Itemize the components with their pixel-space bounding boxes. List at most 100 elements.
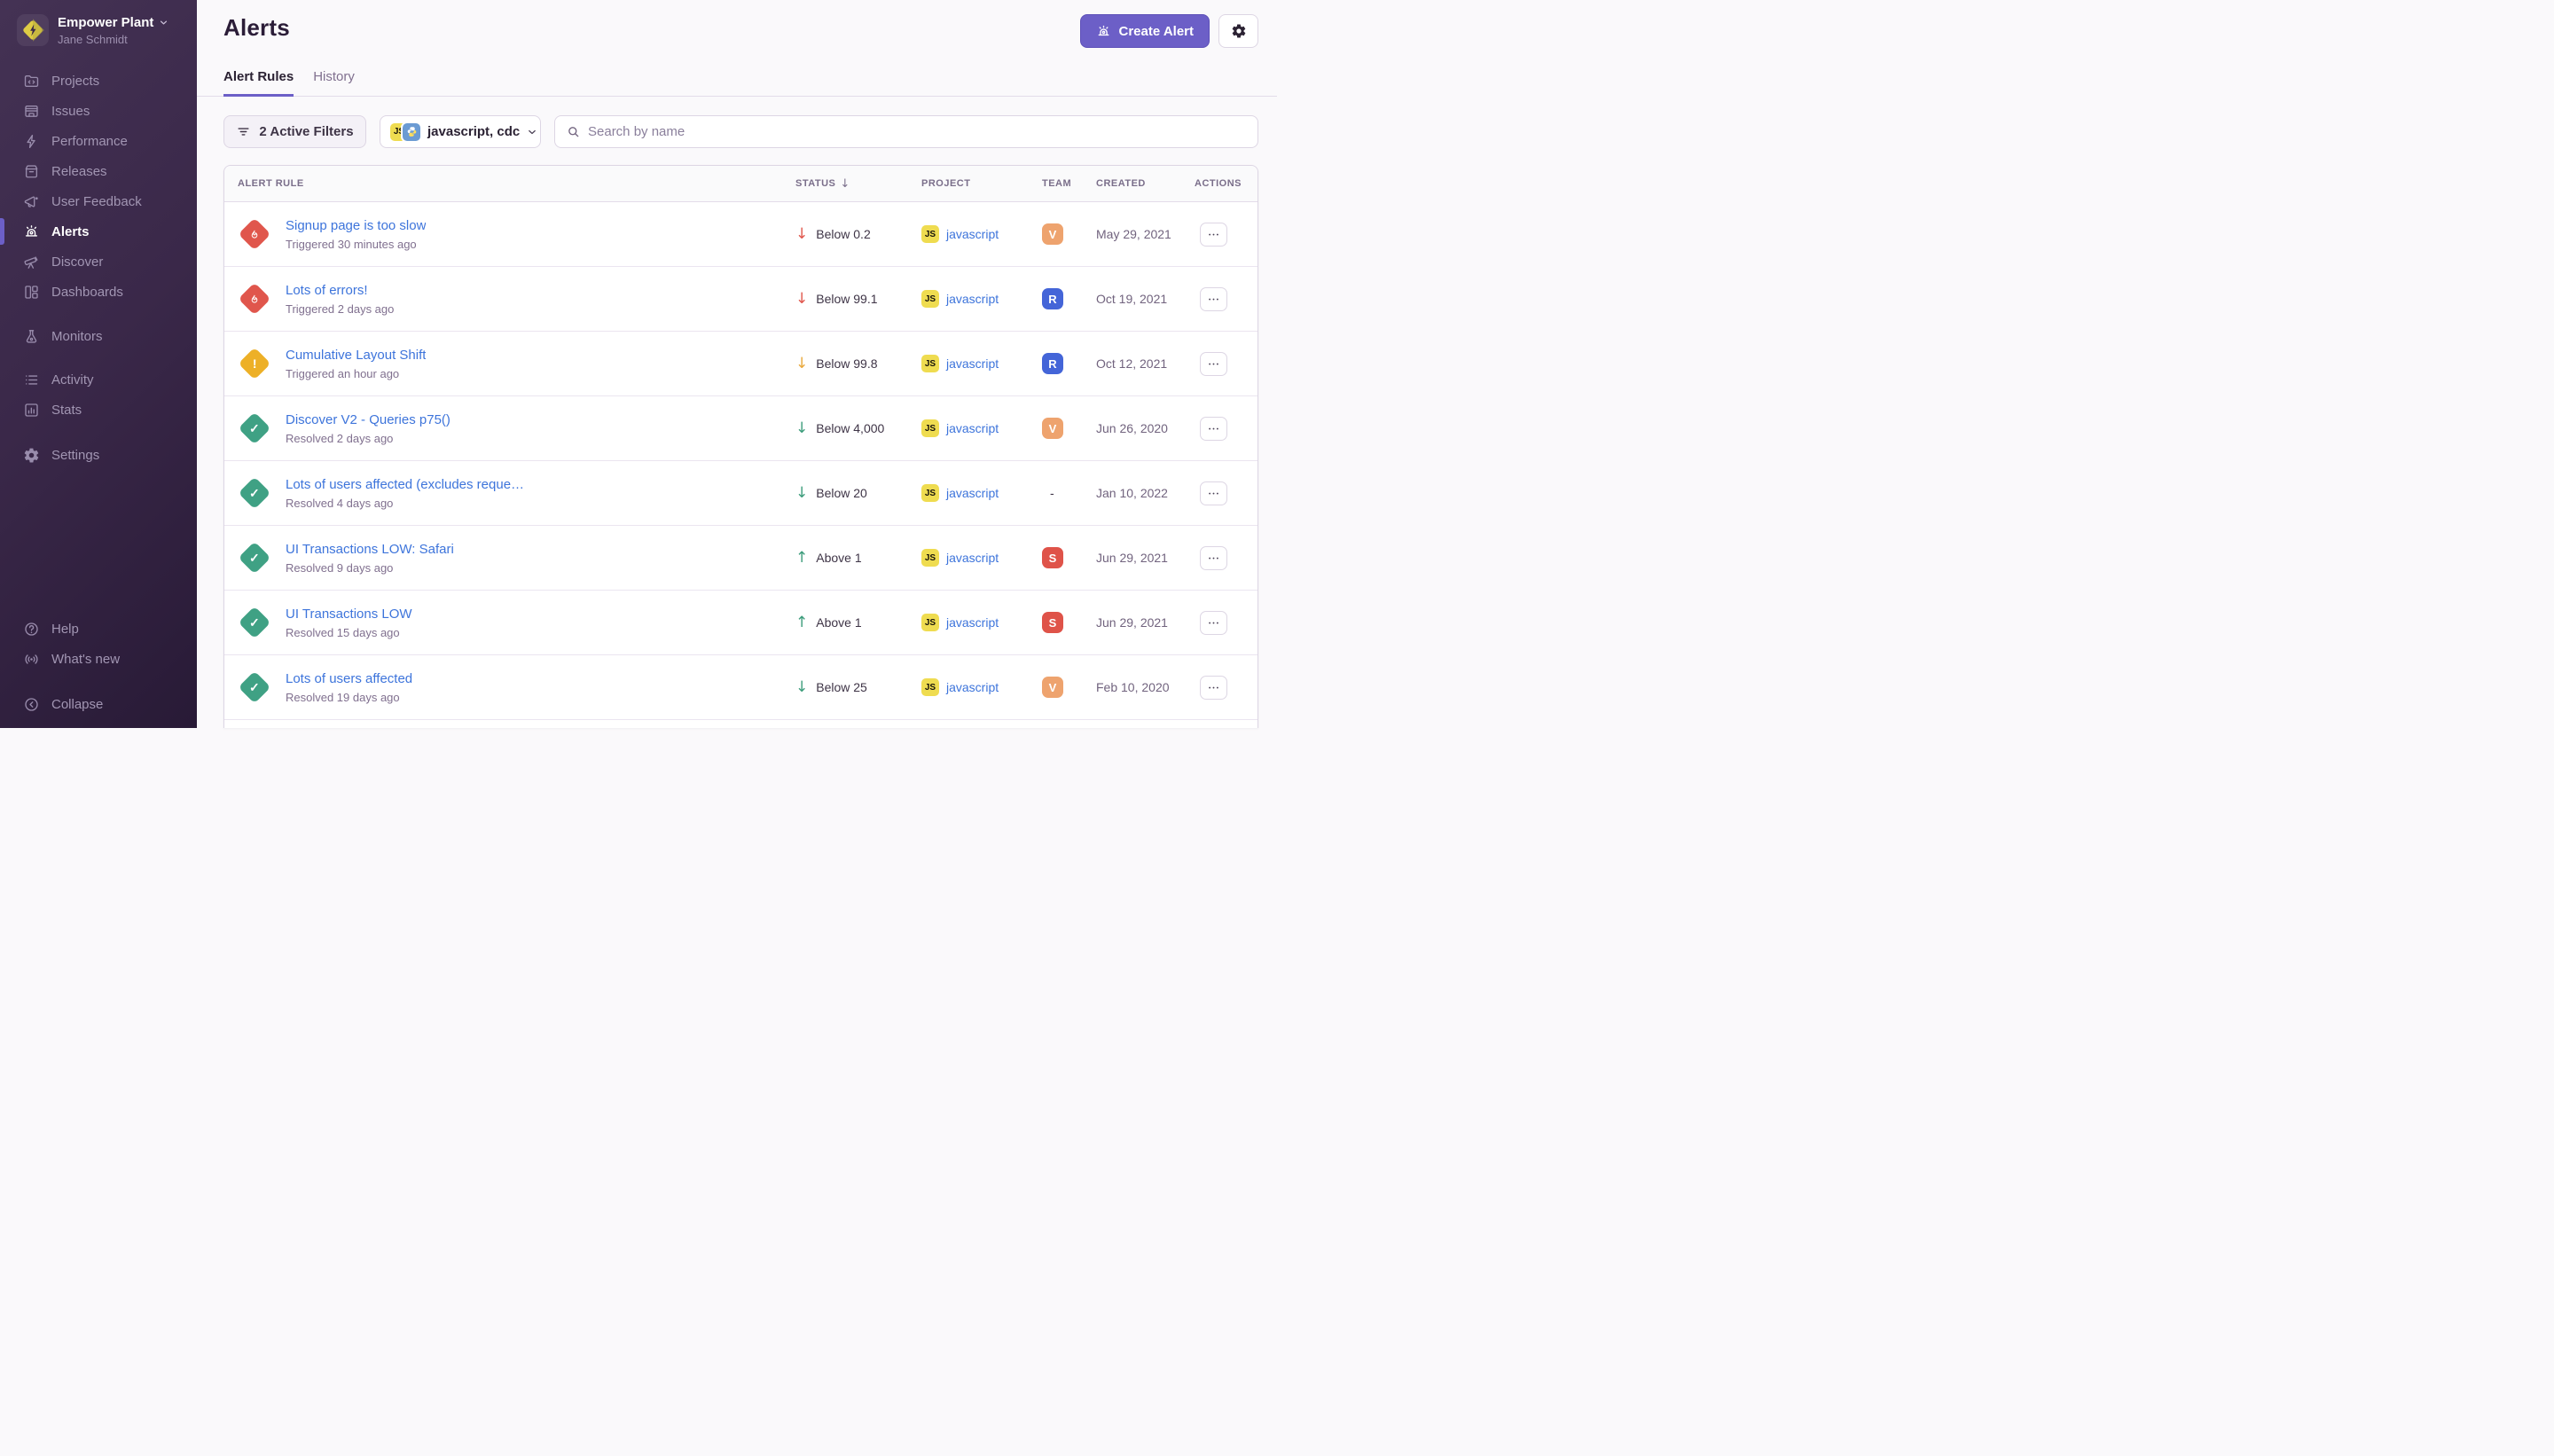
- column-header-actions: ACTIONS: [1195, 178, 1244, 189]
- alert-rule-link[interactable]: Discover V2 - Queries p75(): [286, 412, 450, 427]
- user-name: Jane Schmidt: [58, 33, 168, 46]
- search-icon: [566, 124, 581, 139]
- gear-icon: [1231, 23, 1247, 39]
- sidebar-nav-settings: Settings: [0, 440, 197, 470]
- trend-up-icon: ↑: [795, 551, 808, 566]
- alert-rule-link[interactable]: Cumulative Layout Shift: [286, 348, 426, 363]
- javascript-platform-icon: JS: [921, 484, 939, 502]
- create-alert-button[interactable]: Create Alert: [1080, 14, 1210, 48]
- trend-down-icon: ↓: [795, 486, 808, 501]
- javascript-platform-icon: JS: [921, 290, 939, 308]
- tab-alert-rules[interactable]: Alert Rules: [223, 69, 294, 97]
- project-link[interactable]: javascript: [946, 615, 999, 630]
- status-cell: ↓ Below 99.8: [795, 356, 921, 372]
- sidebar-item-dashboards[interactable]: Dashboards: [0, 277, 197, 307]
- sidebar-item-help[interactable]: Help: [0, 614, 197, 644]
- table-row: ✓ UI Transactions LOW Resolved 15 days a…: [224, 591, 1257, 655]
- project-link[interactable]: javascript: [946, 421, 999, 435]
- sidebar-item-discover[interactable]: Discover: [0, 247, 197, 277]
- project-link[interactable]: javascript: [946, 486, 999, 500]
- created-date: May 29, 2021: [1096, 227, 1195, 241]
- sidebar-item-user-feedback[interactable]: User Feedback: [0, 186, 197, 216]
- org-name: Empower Plant: [58, 15, 153, 30]
- active-indicator: [0, 218, 4, 245]
- sidebar-item-projects[interactable]: Projects: [0, 66, 197, 96]
- sidebar-item-activity[interactable]: Activity: [0, 364, 197, 395]
- created-date: Jun 29, 2021: [1096, 615, 1195, 630]
- team-avatar: S: [1042, 612, 1063, 633]
- sidebar-item-label: Monitors: [51, 329, 103, 344]
- alert-rule-subtitle: Resolved 15 days ago: [286, 626, 412, 639]
- sidebar-item-collapse[interactable]: Collapse: [0, 689, 197, 719]
- status-cell: ↓ Below 25: [795, 680, 921, 695]
- sidebar-item-issues[interactable]: Issues: [0, 96, 197, 126]
- active-filters-button[interactable]: 2 Active Filters: [223, 115, 366, 148]
- alert-rule-link[interactable]: Lots of users affected: [286, 671, 412, 686]
- sidebar-item-releases[interactable]: Releases: [0, 156, 197, 186]
- alert-rule-subtitle: Resolved 9 days ago: [286, 561, 454, 575]
- status-cell: ↓ Below 99.1: [795, 292, 921, 307]
- sidebar-item-alerts[interactable]: Alerts: [0, 216, 197, 247]
- column-header-project: PROJECT: [921, 178, 1042, 189]
- trend-down-icon: ↓: [795, 292, 808, 307]
- javascript-platform-icon: JS: [921, 419, 939, 437]
- trend-down-icon: ↓: [795, 421, 808, 436]
- alert-rule-link[interactable]: Lots of users affected (excludes reque…: [286, 477, 524, 492]
- telescope-icon: [23, 254, 40, 270]
- project-link[interactable]: javascript: [946, 292, 999, 306]
- row-actions-button[interactable]: [1200, 481, 1227, 505]
- page-title: Alerts: [223, 14, 290, 42]
- javascript-platform-icon: JS: [921, 678, 939, 696]
- table-row: ✓ Lots of users affected Resolved 19 day…: [224, 655, 1257, 720]
- sidebar-nav-primary: Projects Issues Performance Releases Use…: [0, 66, 197, 307]
- resolved-check-icon: ✓: [238, 476, 271, 510]
- resolved-check-icon: ✓: [238, 541, 271, 575]
- search-input[interactable]: [588, 124, 1247, 139]
- column-header-status[interactable]: STATUS ↓: [795, 177, 921, 191]
- app-window: Empower Plant Jane Schmidt Projects Issu…: [0, 0, 1277, 728]
- row-actions-button[interactable]: [1200, 417, 1227, 441]
- sidebar-item-label: Dashboards: [51, 285, 123, 300]
- project-link[interactable]: javascript: [946, 551, 999, 565]
- alert-rule-subtitle: Triggered 30 minutes ago: [286, 238, 426, 251]
- search-field: [554, 115, 1258, 148]
- project-link[interactable]: javascript: [946, 356, 999, 371]
- alert-rule-subtitle: Resolved 2 days ago: [286, 432, 450, 445]
- alerts-settings-button[interactable]: [1218, 14, 1258, 48]
- trend-up-icon: ↑: [795, 615, 808, 630]
- project-link[interactable]: javascript: [946, 227, 999, 241]
- help-circle-icon: [23, 621, 40, 638]
- sidebar-item-whats-new[interactable]: What's new: [0, 644, 197, 674]
- sidebar-item-settings[interactable]: Settings: [0, 440, 197, 470]
- alert-rule-link[interactable]: UI Transactions LOW: [286, 607, 412, 622]
- created-date: Oct 12, 2021: [1096, 356, 1195, 371]
- project-selector[interactable]: JS javascript, cdc: [380, 115, 541, 148]
- trend-down-icon: ↓: [795, 356, 808, 372]
- project-link[interactable]: javascript: [946, 680, 999, 694]
- sidebar-item-stats[interactable]: Stats: [0, 395, 197, 425]
- tab-history[interactable]: History: [313, 69, 355, 97]
- alert-rule-link[interactable]: Signup page is too slow: [286, 218, 426, 233]
- row-actions-button[interactable]: [1200, 676, 1227, 700]
- table-header: ALERT RULE STATUS ↓ PROJECT TEAM CREATED…: [224, 166, 1257, 202]
- sidebar-item-label: Projects: [51, 74, 99, 89]
- sidebar-item-label: Collapse: [51, 697, 103, 712]
- resolved-check-icon: ✓: [238, 606, 271, 639]
- alert-rule-link[interactable]: UI Transactions LOW: Safari: [286, 542, 454, 557]
- sidebar-item-label: Performance: [51, 134, 128, 149]
- filter-icon: [236, 124, 251, 139]
- row-actions-button[interactable]: [1200, 611, 1227, 635]
- alert-rule-link[interactable]: Lots of errors!: [286, 283, 394, 298]
- sidebar-item-performance[interactable]: Performance: [0, 126, 197, 156]
- status-cell: ↓ Below 20: [795, 486, 921, 501]
- javascript-platform-icon: JS: [921, 225, 939, 243]
- team-none-dash: -: [1042, 482, 1063, 504]
- row-actions-button[interactable]: [1200, 546, 1227, 570]
- column-header-created: CREATED: [1096, 178, 1195, 189]
- sidebar-item-monitors[interactable]: Monitors: [0, 321, 197, 351]
- row-actions-button[interactable]: [1200, 352, 1227, 376]
- table-row: ! Cumulative Layout Shift Triggered an h…: [224, 332, 1257, 396]
- org-switcher[interactable]: Empower Plant Jane Schmidt: [0, 0, 197, 46]
- row-actions-button[interactable]: [1200, 287, 1227, 311]
- row-actions-button[interactable]: [1200, 223, 1227, 247]
